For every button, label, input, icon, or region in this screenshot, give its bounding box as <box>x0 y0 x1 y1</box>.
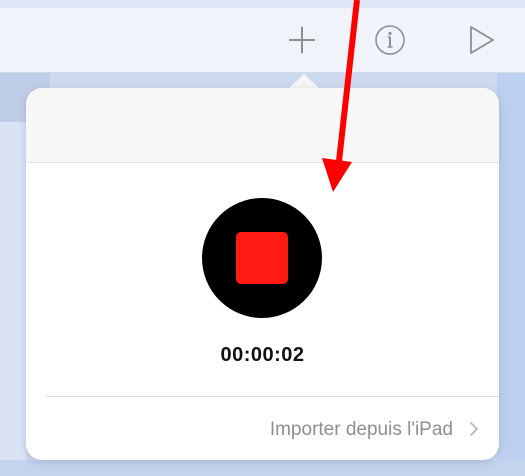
play-icon <box>470 26 494 54</box>
popover-header <box>26 88 499 163</box>
info-icon <box>375 25 405 55</box>
import-from-ipad-label: Importer depuis l'iPad <box>269 419 453 440</box>
record-audio-popover: 00:00:02 Importer depuis l'iPad <box>26 88 499 460</box>
stop-icon <box>236 232 288 284</box>
top-toolbar <box>0 0 525 73</box>
background-panel-right <box>497 72 525 476</box>
toolbar-top-edge <box>0 0 525 8</box>
recording-timer: 00:00:02 <box>220 344 305 366</box>
plus-icon <box>289 27 315 53</box>
background-panel-left <box>0 72 26 476</box>
add-button[interactable] <box>284 22 320 58</box>
popover-arrow <box>288 74 320 89</box>
info-button[interactable] <box>372 22 408 58</box>
play-button[interactable] <box>462 22 498 58</box>
background-panel-bottom <box>0 460 525 476</box>
import-from-ipad-row[interactable]: Importer depuis l'iPad <box>46 397 499 460</box>
chevron-right-icon <box>470 422 478 436</box>
stop-recording-button[interactable] <box>202 198 322 318</box>
